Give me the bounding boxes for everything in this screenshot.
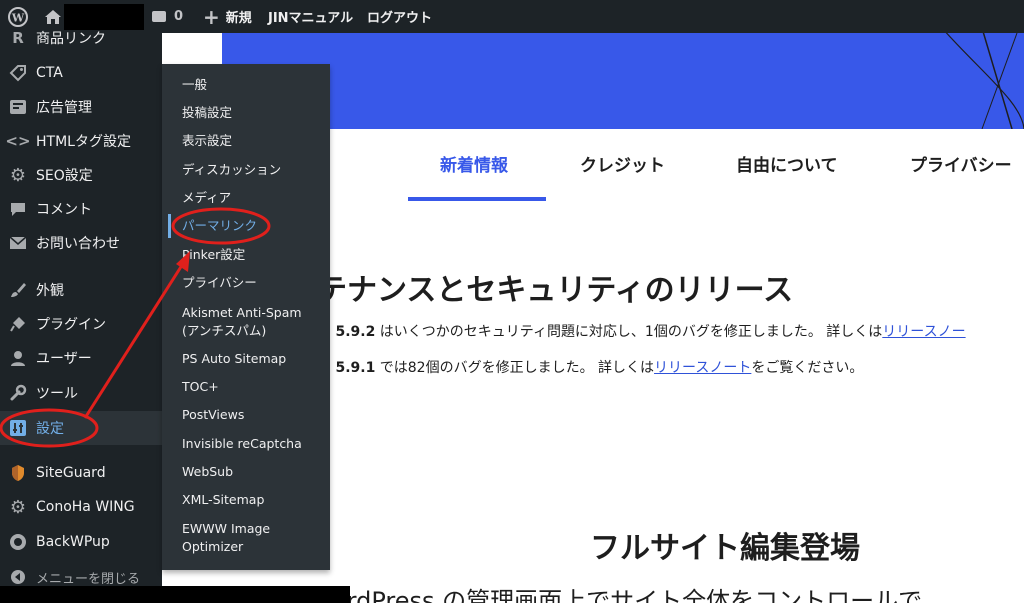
current-item-bar bbox=[168, 214, 171, 238]
submenu-xml-sitemap[interactable]: XML-Sitemap bbox=[182, 491, 264, 509]
submenu-akismet[interactable]: Akismet Anti-Spam (アンチスパム) bbox=[182, 304, 312, 340]
menu-comments[interactable]: コメント bbox=[0, 192, 162, 226]
para-text: では82個のバグを修正しました。 詳しくは bbox=[375, 360, 655, 376]
release-notes-link[interactable]: リリースノート bbox=[654, 360, 751, 376]
menu-users[interactable]: ユーザー bbox=[0, 341, 162, 375]
brush-icon bbox=[0, 281, 36, 299]
settings-icon bbox=[0, 419, 36, 437]
submenu-ewww[interactable]: EWWW Image Optimizer bbox=[182, 520, 302, 556]
menu-cta[interactable]: CTA bbox=[0, 56, 162, 90]
code-icon: <> bbox=[5, 132, 31, 150]
version-592: 5.9.2 bbox=[335, 324, 376, 340]
menu-html-tag[interactable]: <> HTMLタグ設定 bbox=[0, 124, 162, 158]
tag-icon bbox=[0, 64, 36, 82]
menu-seo[interactable]: ⚙ SEO設定 bbox=[0, 158, 162, 192]
menu-label: プラグイン bbox=[36, 317, 106, 333]
wrench-icon bbox=[0, 384, 36, 402]
menu-label: ConoHa WING bbox=[36, 499, 135, 515]
menu-label: 商品リンク bbox=[36, 31, 106, 47]
menu-backwpup[interactable]: BackWPup bbox=[0, 525, 162, 559]
menu-label: ユーザー bbox=[36, 351, 92, 367]
submenu-writing[interactable]: 投稿設定 bbox=[182, 104, 232, 122]
menu-tools[interactable]: ツール bbox=[0, 376, 162, 410]
submenu-postviews[interactable]: PostViews bbox=[182, 406, 244, 424]
menu-label: コメント bbox=[36, 202, 92, 218]
submenu-privacy[interactable]: プライバシー bbox=[182, 274, 257, 292]
submenu-toc[interactable]: TOC+ bbox=[182, 378, 219, 396]
menu-label: BackWPup bbox=[36, 534, 110, 550]
submenu-websub[interactable]: WebSub bbox=[182, 463, 233, 481]
menu-label: メニューを閉じる bbox=[36, 571, 141, 587]
plus-icon: + bbox=[203, 4, 220, 29]
menu-ad-management[interactable]: 広告管理 bbox=[0, 90, 162, 124]
tab-freedoms[interactable]: 自由について bbox=[736, 151, 838, 176]
submenu-pinker[interactable]: Pinker設定 bbox=[182, 246, 245, 264]
submenu-invisible-recaptcha[interactable]: Invisible reCaptcha bbox=[182, 435, 302, 453]
user-icon bbox=[0, 350, 36, 366]
tab-whats-new[interactable]: 新着情報 bbox=[440, 151, 508, 176]
submenu-ps-auto-sitemap[interactable]: PS Auto Sitemap bbox=[182, 350, 286, 368]
admin-sidebar: R 商品リンク CTA 広告管理 <> HTMLタグ設定 ⚙ SEO設定 コメン… bbox=[0, 29, 162, 603]
submenu-discussion[interactable]: ディスカッション bbox=[182, 161, 281, 179]
header-banner bbox=[222, 33, 1024, 129]
submenu-general[interactable]: 一般 bbox=[182, 76, 207, 94]
menu-label: 外観 bbox=[36, 283, 64, 299]
release-notes-link[interactable]: リリースノー bbox=[882, 324, 965, 340]
fse-title: フルサイト編集登場 bbox=[590, 531, 860, 566]
gear-icon: ⚙ bbox=[9, 496, 27, 518]
release-note-592: ン 5.9.2 はいくつかのセキュリティ問題に対応し、1個のバグを修正しました。… bbox=[317, 321, 966, 341]
menu-label: ツール bbox=[36, 386, 78, 402]
menu-label: SEO設定 bbox=[36, 168, 93, 184]
new-content-link[interactable]: + 新規 bbox=[203, 0, 252, 33]
submenu-reading[interactable]: 表示設定 bbox=[182, 132, 232, 150]
active-pointer bbox=[155, 421, 162, 435]
new-label: 新規 bbox=[225, 11, 252, 26]
redacted-area bbox=[0, 586, 350, 603]
menu-product-link[interactable]: R 商品リンク bbox=[0, 21, 162, 55]
tab-credits[interactable]: クレジット bbox=[580, 151, 665, 176]
fse-description: ordPress の管理画面上でサイト全体をコントロールで bbox=[332, 587, 923, 603]
shield-icon bbox=[0, 464, 36, 482]
menu-contact[interactable]: お問い合わせ bbox=[0, 226, 162, 260]
manual-link[interactable]: JINマニュアル bbox=[268, 0, 353, 33]
comment-count: 0 bbox=[174, 9, 184, 24]
menu-label: 設定 bbox=[36, 421, 64, 437]
para-text: はいくつかのセキュリティ問題に対応し、1個のバグを修正しました。 詳しくは bbox=[375, 324, 883, 340]
menu-label: CTA bbox=[36, 65, 63, 81]
ad-icon bbox=[0, 99, 36, 115]
submenu-permalink[interactable]: パーマリンク bbox=[182, 217, 257, 235]
release-note-591: ン 5.9.1 では82個のバグを修正しました。 詳しくはリリースノートをご覧く… bbox=[317, 357, 863, 377]
mail-icon bbox=[0, 236, 36, 250]
tab-privacy[interactable]: プライバシー bbox=[910, 151, 1012, 176]
submenu-media[interactable]: メディア bbox=[182, 189, 231, 207]
menu-appearance[interactable]: 外観 bbox=[0, 273, 162, 307]
release-title: テナンスとセキュリティのリリース bbox=[317, 273, 794, 308]
gear-icon: ⚙ bbox=[9, 164, 27, 186]
r-icon: R bbox=[12, 29, 24, 47]
menu-conoha-wing[interactable]: ⚙ ConoHa WING bbox=[0, 490, 162, 524]
menu-label: 広告管理 bbox=[36, 100, 92, 116]
backup-icon bbox=[0, 533, 36, 551]
plugin-icon bbox=[0, 315, 36, 333]
settings-submenu: 一般 投稿設定 表示設定 ディスカッション メディア パーマリンク Pinker… bbox=[162, 64, 330, 570]
menu-label: お問い合わせ bbox=[36, 236, 120, 252]
menu-settings[interactable]: 設定 bbox=[0, 411, 162, 445]
menu-label: HTMLタグ設定 bbox=[36, 134, 131, 150]
logout-link[interactable]: ログアウト bbox=[367, 0, 432, 33]
active-tab-indicator bbox=[408, 197, 546, 201]
para-text: をご覧ください。 bbox=[751, 360, 864, 376]
menu-plugins[interactable]: プラグイン bbox=[0, 307, 162, 341]
comment-icon bbox=[0, 201, 36, 217]
collapse-icon bbox=[0, 569, 36, 585]
menu-siteguard[interactable]: SiteGuard bbox=[0, 456, 162, 490]
menu-label: SiteGuard bbox=[36, 465, 106, 481]
version-591: 5.9.1 bbox=[335, 360, 376, 376]
